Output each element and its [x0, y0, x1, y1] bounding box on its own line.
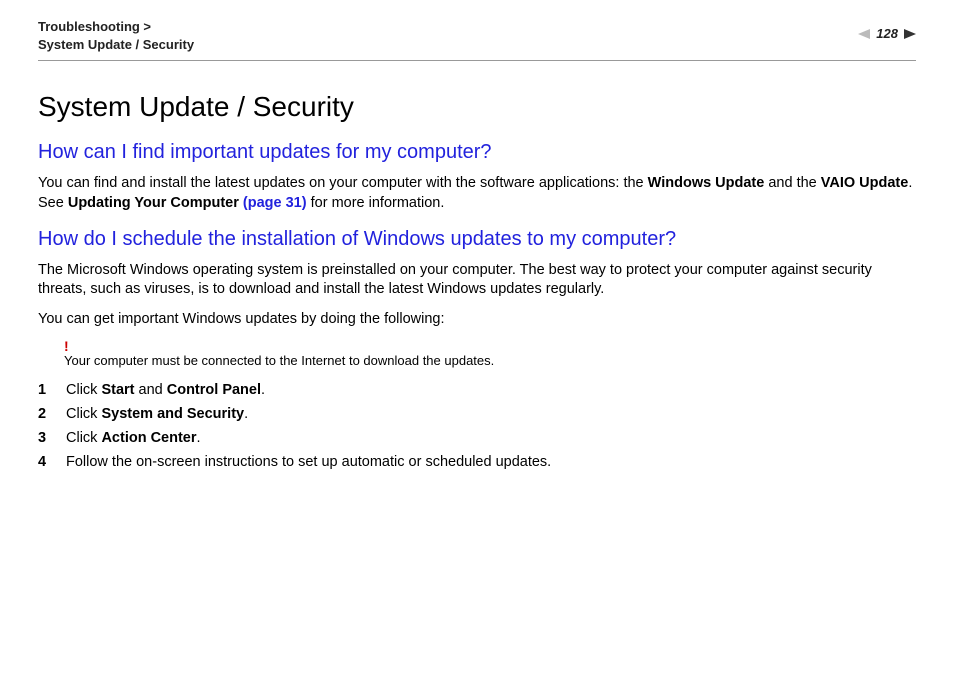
bold-text: VAIO Update: [821, 175, 909, 191]
breadcrumb: Troubleshooting > System Update / Securi…: [38, 18, 194, 54]
page-title: System Update / Security: [38, 91, 916, 123]
step-number: 3: [38, 430, 66, 446]
steps-list: 1 Click Start and Control Panel. 2 Click…: [38, 382, 916, 470]
step-number: 4: [38, 454, 66, 470]
step-number: 2: [38, 406, 66, 422]
text: for more information.: [307, 195, 445, 211]
note-block: ! Your computer must be connected to the…: [64, 339, 916, 368]
page-header: Troubleshooting > System Update / Securi…: [38, 18, 916, 61]
prev-page-arrow-icon[interactable]: [858, 29, 870, 39]
step-item: 4 Follow the on-screen instructions to s…: [38, 454, 916, 470]
section2-heading: How do I schedule the installation of Wi…: [38, 228, 916, 251]
step-number: 1: [38, 382, 66, 398]
alert-icon: !: [64, 339, 916, 353]
step-text: Click System and Security.: [66, 406, 916, 422]
bold-text: Updating Your Computer: [68, 195, 243, 211]
next-page-arrow-icon[interactable]: [904, 29, 916, 39]
step-text: Click Start and Control Panel.: [66, 382, 916, 398]
text: You can find and install the latest upda…: [38, 175, 648, 191]
step-item: 1 Click Start and Control Panel.: [38, 382, 916, 398]
page-nav: 128: [858, 26, 916, 41]
note-text: Your computer must be connected to the I…: [64, 353, 916, 368]
step-item: 3 Click Action Center.: [38, 430, 916, 446]
bold-text: Windows Update: [648, 175, 765, 191]
breadcrumb-line1: Troubleshooting >: [38, 18, 194, 36]
step-text: Follow the on-screen instructions to set…: [66, 454, 916, 470]
section1-paragraph: You can find and install the latest upda…: [38, 174, 916, 213]
section1-heading: How can I find important updates for my …: [38, 141, 916, 164]
text: and the: [764, 175, 820, 191]
section2-paragraph2: You can get important Windows updates by…: [38, 310, 916, 330]
page-link[interactable]: (page 31): [243, 195, 307, 211]
page-number: 128: [876, 26, 898, 41]
section2-paragraph1: The Microsoft Windows operating system i…: [38, 261, 916, 300]
breadcrumb-line2: System Update / Security: [38, 36, 194, 54]
step-item: 2 Click System and Security.: [38, 406, 916, 422]
step-text: Click Action Center.: [66, 430, 916, 446]
